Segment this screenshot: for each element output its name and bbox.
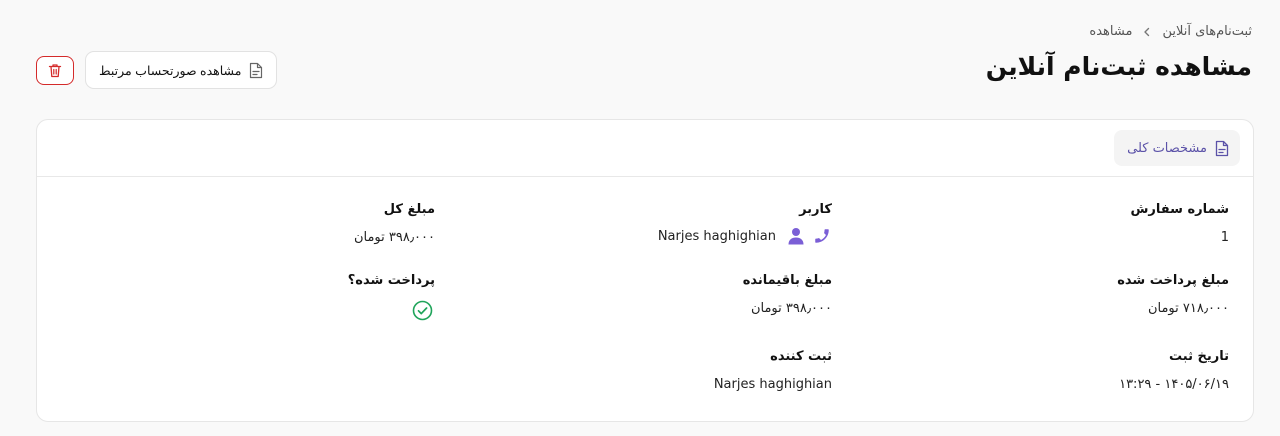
is-paid-field: پرداخت شده؟ [348,273,435,321]
registration-date-field: تاریخ ثبت ۱۴۰۵/۰۶/۱۹ - ۱۳:۲۹ [1119,349,1229,392]
registration-date-label: تاریخ ثبت [1169,349,1229,364]
view-invoice-button[interactable]: مشاهده صورتحساب مرتبط [85,51,278,89]
card-header: مشخصات کلی [37,120,1253,177]
view-invoice-label: مشاهده صورتحساب مرتبط [99,63,242,78]
paid-amount-field: مبلغ پرداخت شده ۷۱۸٫۰۰۰ تومان [1117,273,1229,316]
paid-amount-label: مبلغ پرداخت شده [1117,273,1229,288]
registered-by-value: Narjes haghighian [713,377,832,392]
page-actions: مشاهده صورتحساب مرتبط [36,51,278,89]
document-icon [1215,140,1229,157]
page-title: مشاهده ثبت‌نام آنلاین [985,52,1252,81]
total-amount-field: مبلغ کل ۳۹۸٫۰۰۰ تومان [354,202,435,245]
paid-amount-value: ۷۱۸٫۰۰۰ تومان [1147,301,1229,316]
registration-date-value: ۱۴۰۵/۰۶/۱۹ - ۱۳:۲۹ [1119,377,1229,392]
user-field: کاربر Narjes haghighian [658,202,832,246]
details-card: مشخصات کلی شماره سفارش 1 کاربر Narjes ha… [36,119,1254,422]
chevron-left-icon [1142,27,1152,37]
user-value: Narjes haghighian [657,228,776,244]
delete-button[interactable] [36,56,74,85]
tab-general[interactable]: مشخصات کلی [1114,130,1240,166]
registered-by-label: ثبت کننده [770,349,832,364]
remaining-amount-label: مبلغ باقیمانده [742,273,832,288]
user-value-row: Narjes haghighian [658,226,832,246]
order-number-label: شماره سفارش [1130,202,1229,217]
remaining-amount-value: ۳۹۸٫۰۰۰ تومان [750,301,832,316]
breadcrumb-current: مشاهده [1089,24,1133,39]
order-number-value: 1 [1220,230,1229,245]
is-paid-value [348,297,435,321]
user-icon[interactable] [786,226,806,246]
order-number-field: شماره سفارش 1 [1130,202,1229,245]
breadcrumb: ثبت‌نام‌های آنلاین مشاهده [1089,24,1252,39]
remaining-amount-field: مبلغ باقیمانده ۳۹۸٫۰۰۰ تومان [743,273,832,316]
phone-icon[interactable] [812,226,832,246]
document-icon [249,62,263,79]
user-label: کاربر [799,202,832,217]
breadcrumb-parent-link[interactable]: ثبت‌نام‌های آنلاین [1162,24,1252,39]
registered-by-field: ثبت کننده Narjes haghighian [714,349,832,392]
check-circle-icon [412,300,433,321]
trash-icon [48,63,62,78]
total-amount-label: مبلغ کل [383,202,435,217]
total-amount-value: ۳۹۸٫۰۰۰ تومان [353,230,435,245]
is-paid-label: پرداخت شده؟ [347,273,435,288]
tab-general-label: مشخصات کلی [1127,140,1207,156]
